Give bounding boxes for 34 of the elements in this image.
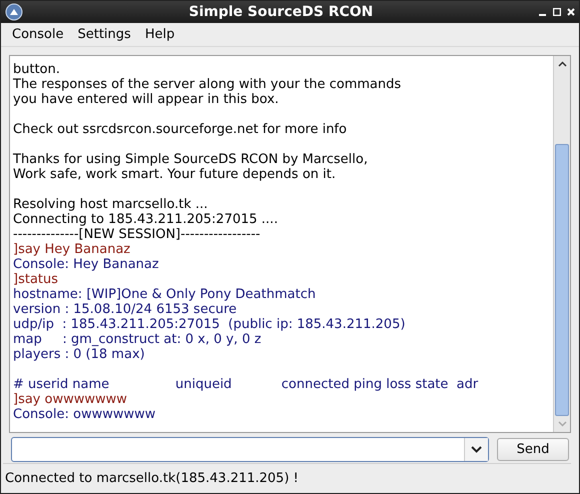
menu-item[interactable]: Settings (70, 24, 138, 44)
app-icon (5, 3, 23, 21)
response-line: map : gm_construct at: 0 x, 0 y, 0 z (13, 332, 262, 347)
response-line: players : 0 (18 max) (13, 347, 146, 362)
menu-item[interactable]: Help (138, 24, 182, 44)
response-line: hostname: [WIP]One & Only Pony Deathmatch (13, 287, 317, 302)
console-line: Check out ssrcdsrcon.sourceforge.net for more info (13, 122, 348, 137)
command-line: ]status (13, 272, 60, 287)
send-button[interactable]: Send (497, 438, 569, 461)
response-line: Console: owwwwwww (13, 407, 156, 422)
status-text: Connected to marcsello.tk(185.43.211.205) ! (5, 470, 298, 488)
response-line: udp/ip : 185.43.211.205:27015 (public ip: 185.43.211.205) (13, 317, 406, 332)
scrollbar-thumb[interactable] (555, 144, 569, 416)
command-field[interactable] (11, 437, 489, 462)
dropdown-icon[interactable] (471, 446, 482, 453)
response-line: Console: Hey Bananaz (13, 257, 160, 272)
command-line: ]say owwwwwww (13, 392, 128, 407)
console-line: Resolving host marcsello.tk ... (13, 197, 209, 212)
menu-item[interactable]: Console (5, 24, 71, 44)
maximize-icon[interactable] (553, 8, 561, 16)
command-line: ]say Hey Bananaz (13, 242, 132, 257)
response-line: version : 15.08.10/24 6153 secure (13, 302, 238, 317)
console-line: Work safe, work smart. Your future depends on it. (13, 167, 337, 182)
console-line: button. (13, 62, 62, 77)
console-line: The responses of the server along with your the commands (13, 77, 402, 92)
scroll-up-icon[interactable] (558, 61, 566, 67)
response-line: # userid name uniqueid connected ping loss state adr (13, 377, 480, 392)
close-icon[interactable] (567, 8, 575, 16)
window-title: Simple SourceDS RCON (188, 2, 374, 22)
console-line: Connecting to 185.43.211.205:27015 .... (13, 212, 279, 227)
console-line: --------------[NEW SESSION]----------------- (13, 227, 262, 242)
scrollbar[interactable] (553, 56, 570, 432)
console-line: you have entered will appear in this box. (13, 92, 280, 107)
console-line: Thanks for using Simple SourceDS RCON by Marcsello, (13, 152, 369, 167)
